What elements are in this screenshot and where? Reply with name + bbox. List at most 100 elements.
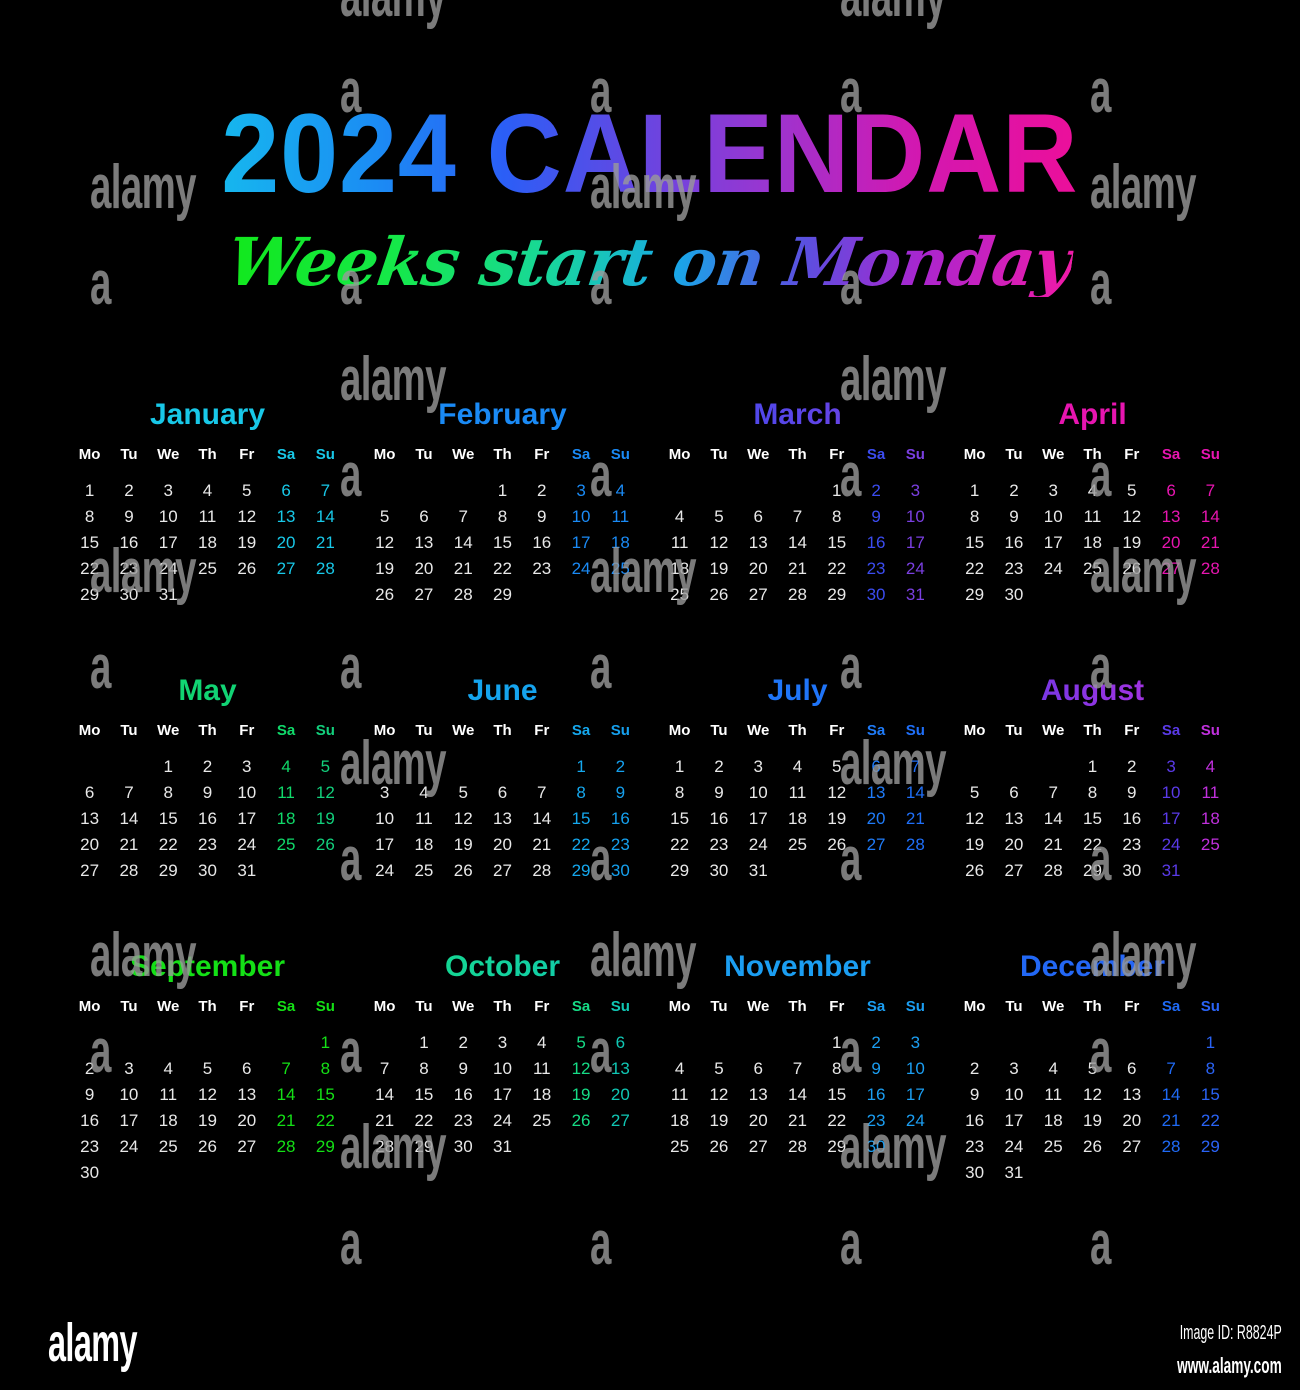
day-cell[interactable]: 29 bbox=[817, 582, 856, 608]
day-cell[interactable]: 19 bbox=[1073, 1108, 1112, 1134]
day-cell[interactable]: 3 bbox=[896, 1030, 935, 1056]
day-cell[interactable]: 2 bbox=[856, 1030, 895, 1056]
day-cell[interactable]: 31 bbox=[1151, 858, 1190, 884]
day-cell[interactable]: 7 bbox=[109, 780, 148, 806]
day-cell[interactable]: 21 bbox=[1034, 832, 1073, 858]
day-cell[interactable]: 14 bbox=[306, 504, 345, 530]
day-cell[interactable]: 16 bbox=[70, 1108, 109, 1134]
day-cell[interactable]: 4 bbox=[778, 754, 817, 780]
day-cell[interactable]: 27 bbox=[1112, 1134, 1151, 1160]
day-cell[interactable]: 30 bbox=[955, 1160, 994, 1186]
day-cell[interactable]: 31 bbox=[896, 582, 935, 608]
day-cell[interactable]: 23 bbox=[1112, 832, 1151, 858]
day-cell[interactable]: 1 bbox=[817, 478, 856, 504]
day-cell[interactable]: 18 bbox=[149, 1108, 188, 1134]
day-cell[interactable]: 16 bbox=[522, 530, 561, 556]
day-cell[interactable]: 25 bbox=[149, 1134, 188, 1160]
day-cell[interactable]: 25 bbox=[1073, 556, 1112, 582]
day-cell[interactable]: 23 bbox=[601, 832, 640, 858]
day-cell[interactable]: 19 bbox=[699, 556, 738, 582]
day-cell[interactable]: 10 bbox=[109, 1082, 148, 1108]
day-cell[interactable]: 24 bbox=[896, 1108, 935, 1134]
day-cell[interactable]: 15 bbox=[70, 530, 109, 556]
day-cell[interactable]: 5 bbox=[188, 1056, 227, 1082]
day-cell[interactable]: 15 bbox=[817, 530, 856, 556]
day-cell[interactable]: 26 bbox=[1073, 1134, 1112, 1160]
day-cell[interactable]: 15 bbox=[660, 806, 699, 832]
day-cell[interactable]: 12 bbox=[1112, 504, 1151, 530]
day-cell[interactable]: 7 bbox=[1034, 780, 1073, 806]
day-cell[interactable]: 14 bbox=[1191, 504, 1230, 530]
day-cell[interactable]: 7 bbox=[522, 780, 561, 806]
day-cell[interactable]: 1 bbox=[817, 1030, 856, 1056]
day-cell[interactable]: 11 bbox=[660, 530, 699, 556]
day-cell[interactable]: 5 bbox=[365, 504, 404, 530]
day-cell[interactable]: 28 bbox=[444, 582, 483, 608]
day-cell[interactable]: 28 bbox=[109, 858, 148, 884]
day-cell[interactable]: 6 bbox=[70, 780, 109, 806]
day-cell[interactable]: 16 bbox=[856, 1082, 895, 1108]
day-cell[interactable]: 2 bbox=[994, 478, 1033, 504]
day-cell[interactable]: 3 bbox=[227, 754, 266, 780]
day-cell[interactable]: 15 bbox=[561, 806, 600, 832]
day-cell[interactable]: 2 bbox=[109, 478, 148, 504]
day-cell[interactable]: 8 bbox=[1191, 1056, 1230, 1082]
day-cell[interactable]: 6 bbox=[227, 1056, 266, 1082]
day-cell[interactable]: 25 bbox=[601, 556, 640, 582]
day-cell[interactable]: 29 bbox=[70, 582, 109, 608]
day-cell[interactable]: 23 bbox=[955, 1134, 994, 1160]
day-cell[interactable]: 23 bbox=[109, 556, 148, 582]
day-cell[interactable]: 6 bbox=[994, 780, 1033, 806]
day-cell[interactable]: 3 bbox=[483, 1030, 522, 1056]
day-cell[interactable]: 25 bbox=[188, 556, 227, 582]
day-cell[interactable]: 18 bbox=[1191, 806, 1230, 832]
day-cell[interactable]: 9 bbox=[70, 1082, 109, 1108]
day-cell[interactable]: 17 bbox=[561, 530, 600, 556]
day-cell[interactable]: 22 bbox=[955, 556, 994, 582]
day-cell[interactable]: 21 bbox=[1151, 1108, 1190, 1134]
day-cell[interactable]: 24 bbox=[365, 858, 404, 884]
day-cell[interactable]: 30 bbox=[70, 1160, 109, 1186]
day-cell[interactable]: 4 bbox=[1034, 1056, 1073, 1082]
day-cell[interactable]: 12 bbox=[817, 780, 856, 806]
day-cell[interactable]: 29 bbox=[404, 1134, 443, 1160]
day-cell[interactable]: 13 bbox=[601, 1056, 640, 1082]
day-cell[interactable]: 12 bbox=[699, 1082, 738, 1108]
day-cell[interactable]: 5 bbox=[1112, 478, 1151, 504]
day-cell[interactable]: 16 bbox=[444, 1082, 483, 1108]
day-cell[interactable]: 9 bbox=[1112, 780, 1151, 806]
day-cell[interactable]: 11 bbox=[188, 504, 227, 530]
day-cell[interactable]: 25 bbox=[660, 582, 699, 608]
day-cell[interactable]: 17 bbox=[739, 806, 778, 832]
day-cell[interactable]: 1 bbox=[660, 754, 699, 780]
day-cell[interactable]: 27 bbox=[1151, 556, 1190, 582]
day-cell[interactable]: 18 bbox=[1034, 1108, 1073, 1134]
day-cell[interactable]: 13 bbox=[1151, 504, 1190, 530]
day-cell[interactable]: 1 bbox=[1191, 1030, 1230, 1056]
day-cell[interactable]: 4 bbox=[404, 780, 443, 806]
day-cell[interactable]: 11 bbox=[1073, 504, 1112, 530]
day-cell[interactable]: 4 bbox=[522, 1030, 561, 1056]
day-cell[interactable]: 23 bbox=[856, 556, 895, 582]
day-cell[interactable]: 3 bbox=[1034, 478, 1073, 504]
day-cell[interactable]: 12 bbox=[188, 1082, 227, 1108]
day-cell[interactable]: 3 bbox=[739, 754, 778, 780]
day-cell[interactable]: 22 bbox=[561, 832, 600, 858]
day-cell[interactable]: 14 bbox=[1034, 806, 1073, 832]
day-cell[interactable]: 28 bbox=[266, 1134, 305, 1160]
day-cell[interactable]: 27 bbox=[266, 556, 305, 582]
day-cell[interactable]: 25 bbox=[660, 1134, 699, 1160]
day-cell[interactable]: 28 bbox=[365, 1134, 404, 1160]
day-cell[interactable]: 22 bbox=[817, 1108, 856, 1134]
day-cell[interactable]: 11 bbox=[660, 1082, 699, 1108]
day-cell[interactable]: 9 bbox=[601, 780, 640, 806]
day-cell[interactable]: 11 bbox=[404, 806, 443, 832]
day-cell[interactable]: 18 bbox=[188, 530, 227, 556]
day-cell[interactable]: 2 bbox=[188, 754, 227, 780]
day-cell[interactable]: 14 bbox=[365, 1082, 404, 1108]
day-cell[interactable]: 10 bbox=[227, 780, 266, 806]
day-cell[interactable]: 27 bbox=[483, 858, 522, 884]
day-cell[interactable]: 15 bbox=[1073, 806, 1112, 832]
day-cell[interactable]: 28 bbox=[1191, 556, 1230, 582]
day-cell[interactable]: 20 bbox=[266, 530, 305, 556]
